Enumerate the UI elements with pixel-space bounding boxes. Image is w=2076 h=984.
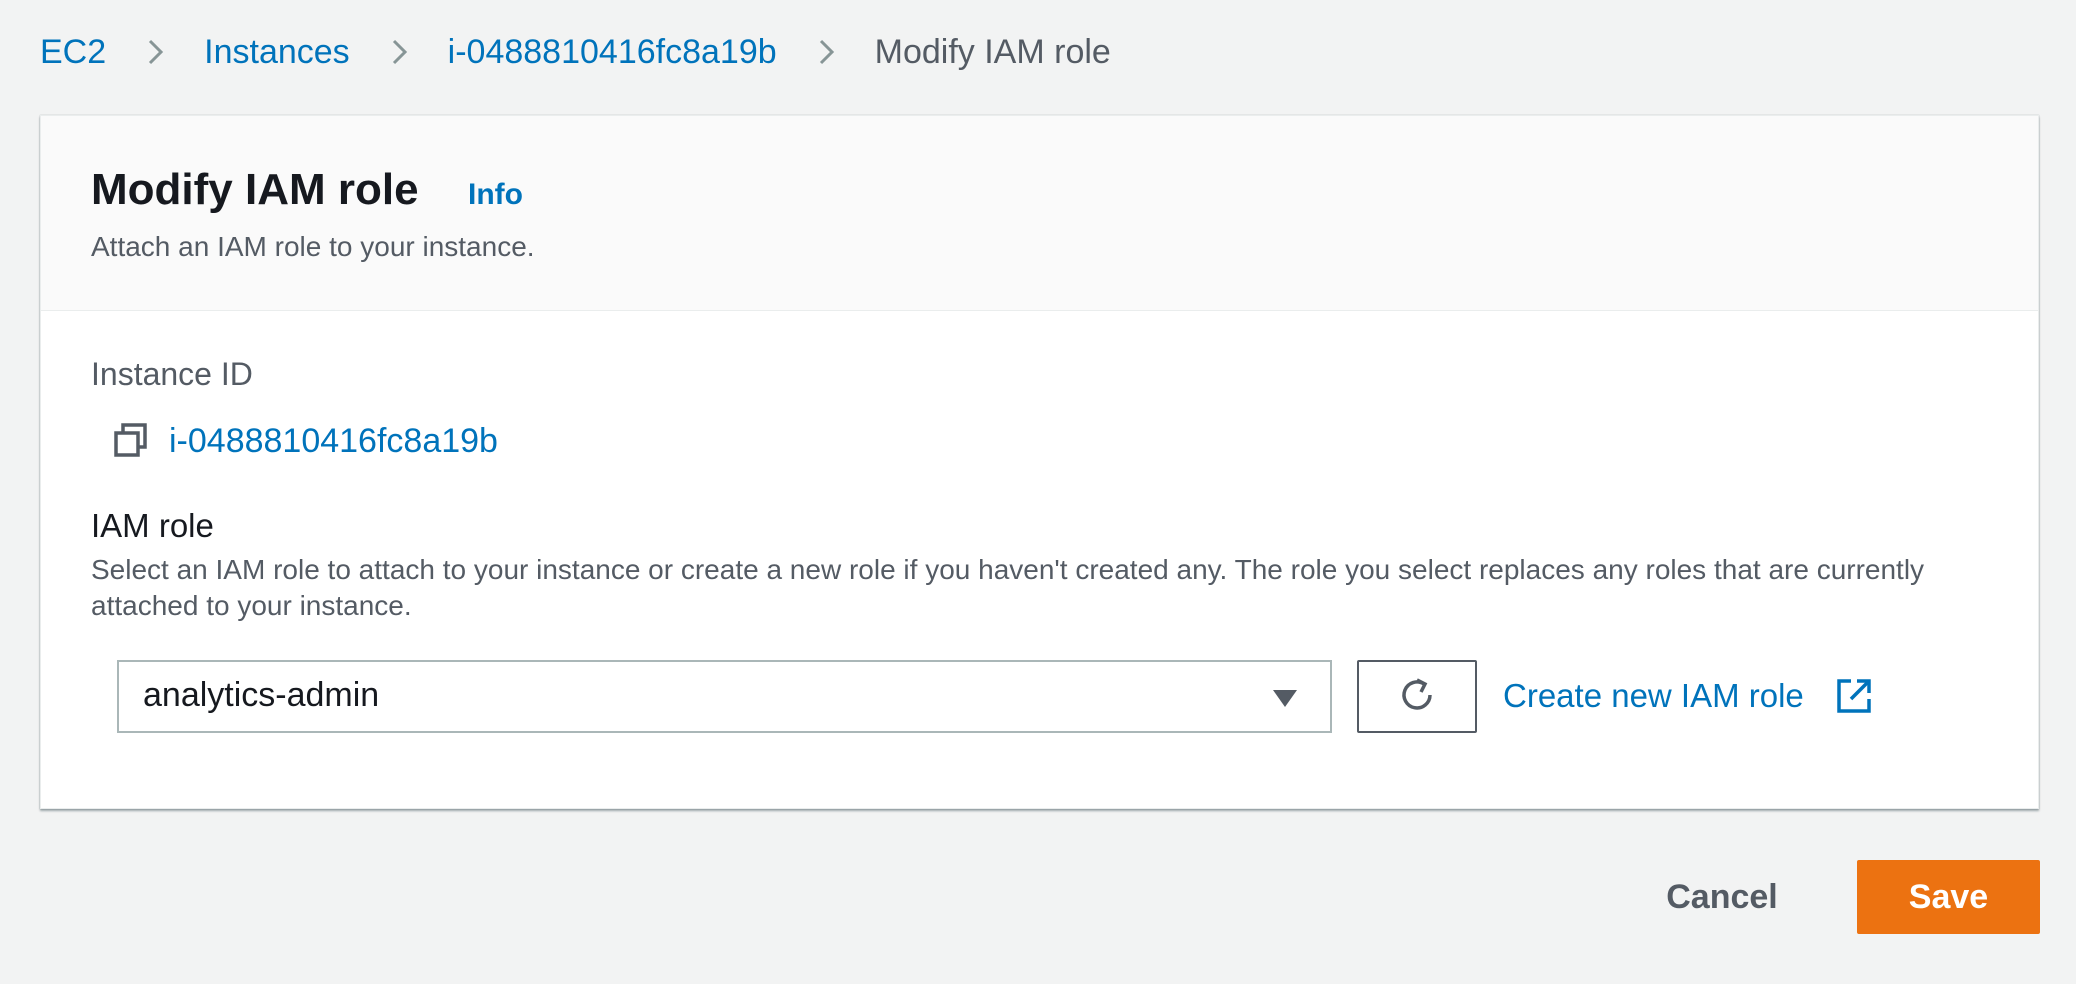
iam-role-label: IAM role [91, 507, 214, 544]
save-button[interactable]: Save [1857, 860, 2040, 934]
page-title: Modify IAM role [91, 165, 419, 214]
panel-description: Attach an IAM role to your instance. [91, 231, 535, 262]
chevron-right-icon [140, 37, 170, 67]
instance-id-label: Instance ID [91, 356, 253, 392]
caret-down-icon [1272, 688, 1298, 708]
chevron-right-icon [811, 37, 841, 67]
panel-header: Modify IAM role Info Attach an IAM role … [41, 116, 2038, 311]
cancel-button[interactable]: Cancel [1640, 860, 1804, 934]
create-iam-role-label: Create new IAM role [1503, 677, 1804, 714]
create-iam-role-link[interactable]: Create new IAM role [1503, 671, 1872, 721]
breadcrumb-instances[interactable]: Instances [204, 33, 350, 72]
chevron-right-icon [384, 37, 414, 67]
iam-role-select[interactable]: analytics-admin [117, 660, 1332, 733]
external-link-icon [1836, 678, 1872, 714]
instance-id-row: i-0488810416fc8a19b [111, 418, 498, 464]
refresh-button[interactable] [1357, 660, 1477, 733]
refresh-icon [1395, 673, 1439, 720]
iam-role-select-value: analytics-admin [143, 676, 380, 714]
info-link[interactable]: Info [468, 178, 523, 212]
breadcrumb: EC2 Instances i-0488810416fc8a19b Modify… [40, 26, 1111, 78]
breadcrumb-current: Modify IAM role [874, 32, 1111, 71]
instance-id-link[interactable]: i-0488810416fc8a19b [169, 422, 498, 461]
modify-iam-role-panel: Modify IAM role Info Attach an IAM role … [40, 115, 2039, 809]
breadcrumb-ec2[interactable]: EC2 [40, 33, 106, 72]
iam-role-description: Select an IAM role to attach to your ins… [91, 554, 1925, 621]
copy-icon[interactable] [111, 421, 151, 461]
breadcrumb-instance-id[interactable]: i-0488810416fc8a19b [448, 33, 777, 72]
